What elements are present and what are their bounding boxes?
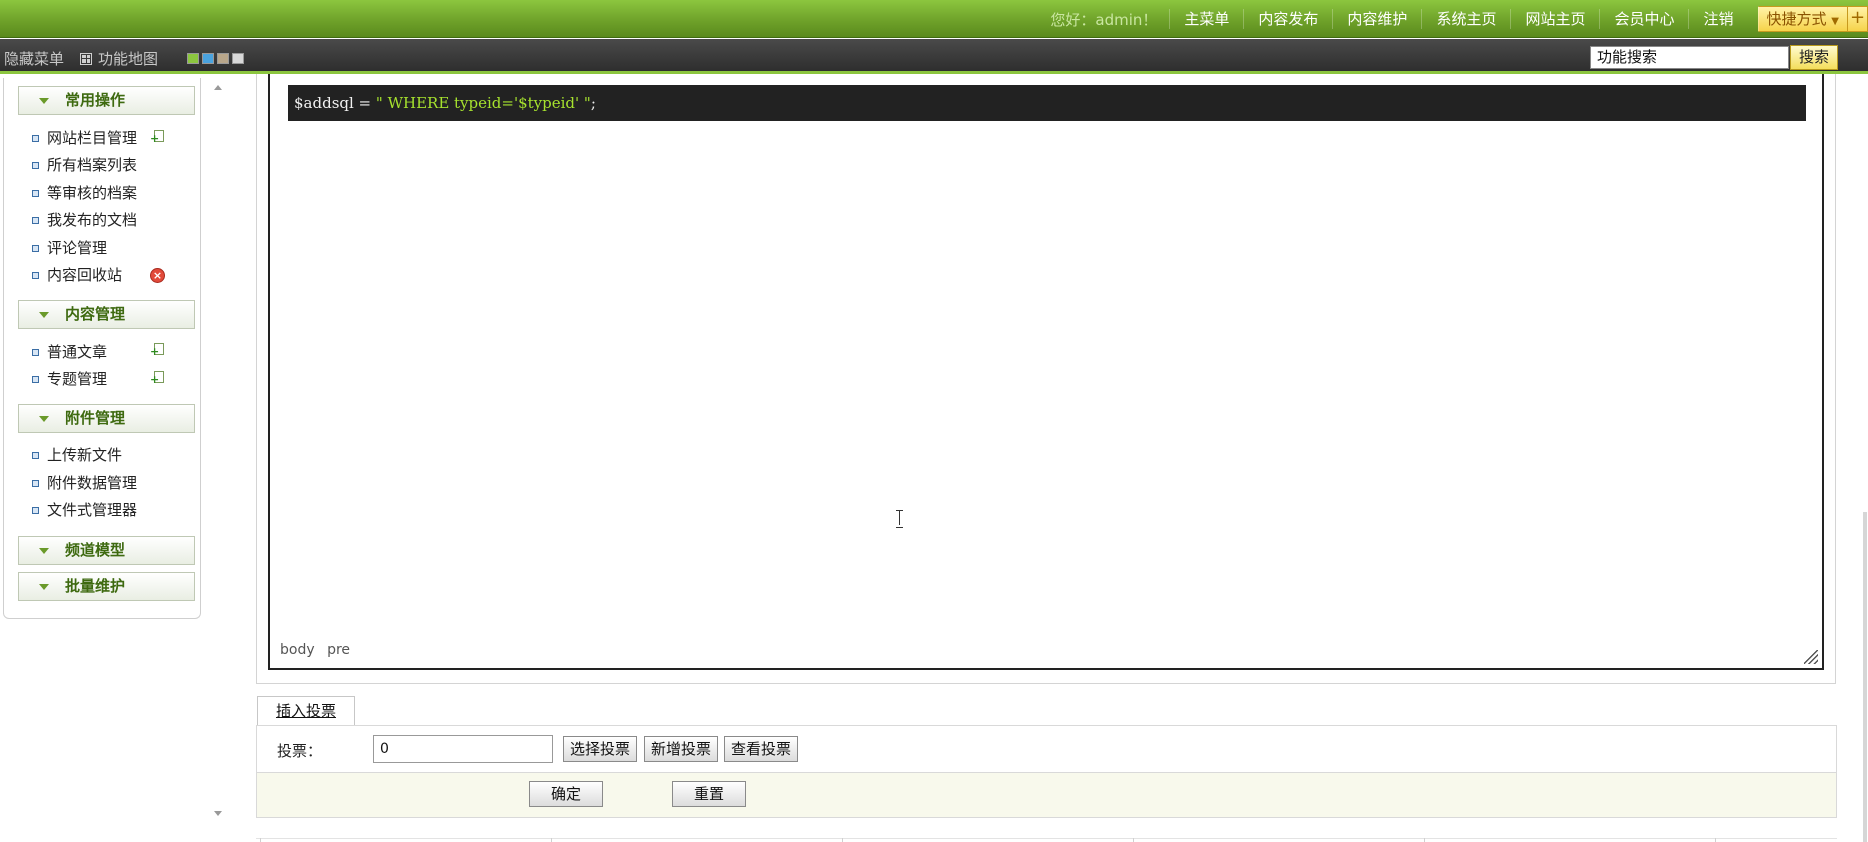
add-page-icon[interactable]: + [150, 343, 164, 357]
resize-handle-icon[interactable] [1804, 650, 1818, 664]
caret-down-icon [39, 312, 49, 318]
section-title: 附件管理 [65, 409, 126, 427]
chevron-down-icon: ▼ [1831, 16, 1839, 27]
nav-main-menu[interactable]: 主菜单 [1169, 9, 1243, 29]
scroll-up-arrow-icon[interactable] [214, 85, 222, 90]
section-title: 常用操作 [65, 91, 126, 109]
code-suffix: ; [590, 94, 596, 112]
top-nav: 您好：admin！ 主菜单 内容发布 内容维护 系统主页 网站主页 会员中心 注… [1050, 0, 1868, 38]
nav-logout[interactable]: 注销 [1688, 9, 1747, 29]
hide-menu-link[interactable]: 隐藏菜单 [4, 48, 64, 69]
code-string: " WHERE typeid='$typeid' " [375, 94, 591, 112]
nav-content-maintain[interactable]: 内容维护 [1332, 9, 1421, 29]
function-map-link[interactable]: 功能地图 [80, 48, 158, 69]
reset-button[interactable]: 重置 [672, 781, 746, 807]
sidebar-section-channel-models[interactable]: 频道模型 [18, 536, 195, 565]
greeting-text: 您好：admin！ [1050, 10, 1158, 29]
sidebar-item-file-manager[interactable]: 文件式管理器 [32, 499, 137, 521]
sidebar-item-articles[interactable]: 普通文章 [32, 341, 107, 363]
sub-toolbar: 隐藏菜单 功能地图 功能搜索 搜索 [0, 39, 1868, 74]
page-scrollbar[interactable] [1863, 512, 1867, 842]
add-page-icon[interactable]: + [150, 371, 164, 385]
rich-text-editor[interactable]: $addsql = " WHERE typeid='$typeid' "; bo… [268, 74, 1824, 670]
sidebar-item-pending-archives[interactable]: 等审核的档案 [32, 182, 137, 204]
select-vote-button[interactable]: 选择投票 [563, 736, 637, 762]
sidebar-section-attachments[interactable]: 附件管理 [18, 404, 195, 433]
code-block[interactable]: $addsql = " WHERE typeid='$typeid' "; [288, 85, 1806, 121]
nav-content-publish[interactable]: 内容发布 [1243, 9, 1332, 29]
section-title: 内容管理 [65, 305, 126, 323]
caret-down-icon [39, 416, 49, 422]
nav-site-home[interactable]: 网站主页 [1510, 9, 1599, 29]
sidebar-item-comments[interactable]: 评论管理 [32, 237, 107, 259]
new-vote-button[interactable]: 新增投票 [644, 736, 718, 762]
path-body[interactable]: body [280, 642, 315, 658]
divider [256, 838, 1837, 842]
caret-down-icon [39, 548, 49, 554]
theme-swatch-green[interactable] [187, 53, 199, 64]
vote-row: 投票： 0 选择投票 新增投票 查看投票 [256, 725, 1837, 773]
vote-id-input[interactable]: 0 [373, 735, 553, 763]
text-cursor-icon [896, 509, 904, 528]
plus-icon[interactable]: + [1848, 6, 1868, 32]
caret-down-icon [39, 584, 49, 590]
sidebar-section-content[interactable]: 内容管理 [18, 300, 195, 329]
sidebar-item-upload[interactable]: 上传新文件 [32, 444, 122, 466]
top-bar: 您好：admin！ 主菜单 内容发布 内容维护 系统主页 网站主页 会员中心 注… [0, 0, 1868, 38]
nav-system-home[interactable]: 系统主页 [1421, 9, 1510, 29]
sidebar-section-common[interactable]: 常用操作 [18, 86, 195, 115]
section-title: 批量维护 [65, 577, 126, 595]
theme-swatch-tan[interactable] [217, 53, 229, 64]
function-search-input[interactable]: 功能搜索 [1590, 46, 1789, 69]
vote-label: 投票： [277, 742, 323, 760]
clear-recycle-icon[interactable]: × [150, 268, 165, 283]
section-title: 频道模型 [65, 541, 126, 559]
sidebar-item-my-documents[interactable]: 我发布的文档 [32, 209, 137, 231]
grid-icon [80, 52, 92, 65]
quick-access-label: 快捷方式 [1766, 10, 1827, 28]
form-actions: 确定 重置 [256, 773, 1837, 818]
sidebar-item-column-manage[interactable]: 网站栏目管理 [32, 127, 137, 149]
sidebar-item-all-archives[interactable]: 所有档案列表 [32, 154, 137, 176]
function-map-label: 功能地图 [98, 50, 159, 68]
quick-access-button[interactable]: 快捷方式 ▼ [1757, 6, 1848, 32]
nav-member-center[interactable]: 会员中心 [1599, 9, 1688, 29]
scroll-down-arrow-icon[interactable] [214, 811, 222, 816]
add-page-icon[interactable]: + [150, 130, 164, 144]
sidebar-item-attachment-data[interactable]: 附件数据管理 [32, 472, 137, 494]
tab-insert-vote[interactable]: 插入投票 [257, 696, 355, 725]
path-pre[interactable]: pre [327, 642, 350, 658]
sidebar-section-batch[interactable]: 批量维护 [18, 572, 195, 601]
search-button[interactable]: 搜索 [1790, 45, 1838, 70]
theme-swatch-blue[interactable] [202, 53, 214, 64]
view-vote-button[interactable]: 查看投票 [724, 736, 798, 762]
theme-swatch-gray[interactable] [232, 53, 244, 64]
theme-swatches [187, 53, 244, 64]
confirm-button[interactable]: 确定 [529, 781, 603, 807]
sidebar: 常用操作 网站栏目管理 + 所有档案列表 等审核的档案 我发布的文档 评论管理 … [3, 78, 201, 619]
sidebar-item-recycle-bin[interactable]: 内容回收站 [32, 264, 122, 286]
sidebar-item-topics[interactable]: 专题管理 [32, 368, 107, 390]
editor-path-bar: body pre [280, 642, 358, 658]
code-prefix: $addsql = [294, 94, 376, 112]
caret-down-icon [39, 98, 49, 104]
